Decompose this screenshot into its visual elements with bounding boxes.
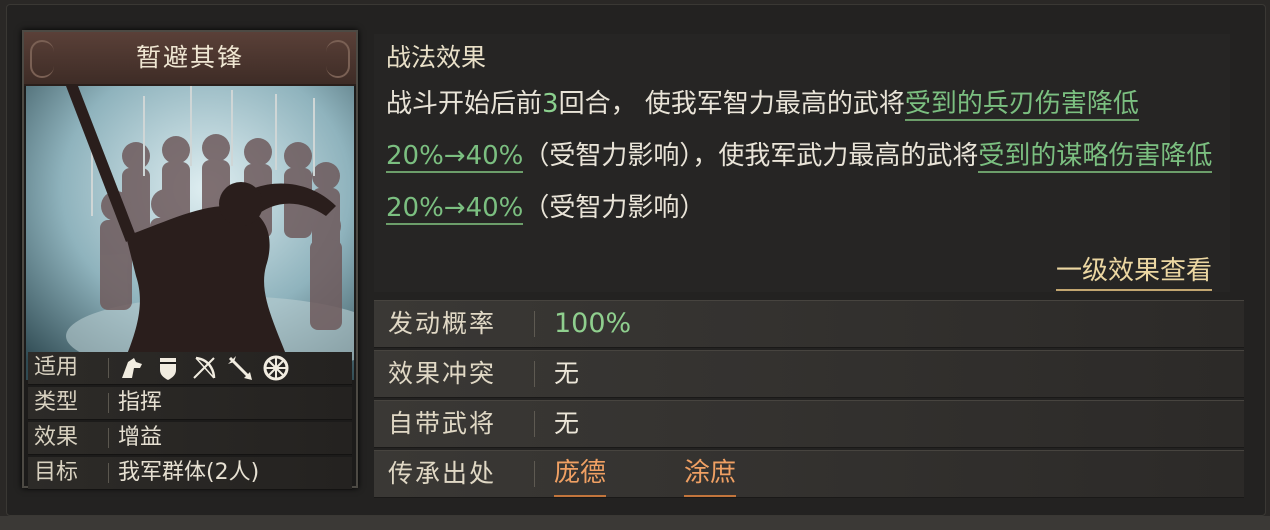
- prop-row-applicable: 适用: [28, 352, 352, 385]
- prop-label: 类型: [34, 390, 79, 415]
- divider: [108, 358, 109, 378]
- bottom-strip: [0, 516, 1270, 530]
- inherit-source-label: 传承出处: [388, 459, 497, 488]
- level-one-effect-link[interactable]: 一级效果查看: [1055, 250, 1212, 291]
- prop-label: 效果: [34, 425, 79, 450]
- effect-value: 20%→40%: [386, 141, 524, 171]
- own-general-label: 自带武将: [388, 409, 497, 438]
- divider: [108, 393, 109, 413]
- skill-name: 暂避其锋: [135, 43, 244, 72]
- prop-row-effect: 效果 增益: [28, 422, 352, 455]
- inherit-source-row: 传承出处 庞德 涂庶: [374, 450, 1244, 498]
- effect-text: （受智力影响），使我军武力最高的武将: [523, 141, 979, 171]
- trigger-rate-value: 100%: [554, 308, 632, 339]
- skill-effect-panel: 战法效果 战斗开始后前3回合， 使我军智力最高的武将受到的兵刃伤害降低 20%→4…: [374, 34, 1230, 292]
- divider: [534, 411, 535, 437]
- skill-properties: 适用 类型 指挥 效果 增益 目标 我军群体(2人): [24, 352, 356, 492]
- effect-highlight-text: 受到的谋略伤害降低: [978, 141, 1213, 171]
- troop-type-icons: [118, 354, 290, 382]
- prop-value: 我军群体(2人): [118, 460, 260, 485]
- trigger-rate-row: 发动概率 100%: [374, 300, 1244, 348]
- own-general-value: 无: [554, 409, 580, 438]
- heir-general-link[interactable]: 涂庶: [684, 451, 737, 497]
- prop-label: 适用: [34, 355, 79, 380]
- effect-text: （受智力影响）: [523, 193, 706, 223]
- effect-conflict-label: 效果冲突: [388, 359, 497, 388]
- divider: [534, 311, 535, 337]
- own-general-row: 自带武将 无: [374, 400, 1244, 448]
- divider: [108, 463, 109, 483]
- siege-wheel-icon: [263, 355, 289, 381]
- divider: [108, 428, 109, 448]
- heir-general-link[interactable]: 庞德: [554, 451, 607, 497]
- prop-label: 目标: [34, 460, 79, 485]
- effect-text: 回合， 使我军智力最高的武将: [558, 89, 905, 119]
- skill-artwork: [26, 86, 354, 380]
- divider: [534, 461, 535, 487]
- skill-card-header: 暂避其锋: [24, 32, 356, 86]
- divider: [534, 361, 535, 387]
- effect-value: 20%→40%: [386, 193, 524, 223]
- effect-conflict-value: 无: [554, 359, 580, 388]
- effect-highlight-text: 受到的兵刃伤害降低: [904, 89, 1139, 119]
- effect-conflict-row: 效果冲突 无: [374, 350, 1244, 398]
- prop-row-type: 类型 指挥: [28, 387, 352, 420]
- skill-card: 暂避其锋 适用 类型 指挥 效果 增益 目标 我军群体(2人): [22, 30, 358, 490]
- spear-icon: [228, 356, 252, 380]
- effect-text: 战斗开始后前: [386, 89, 543, 119]
- prop-row-target: 目标 我军群体(2人): [28, 457, 352, 490]
- prop-value: 指挥: [118, 390, 163, 415]
- bow-icon: [193, 356, 216, 379]
- prop-value: 增益: [118, 425, 163, 450]
- trigger-rate-label: 发动概率: [388, 309, 497, 338]
- round-count: 3: [542, 89, 559, 119]
- cavalry-icon: [122, 358, 142, 378]
- effect-description: 战斗开始后前3回合， 使我军智力最高的武将受到的兵刃伤害降低20%→40%（受智…: [386, 78, 1216, 234]
- shield-icon: [160, 358, 176, 380]
- effect-title: 战法效果: [386, 43, 487, 72]
